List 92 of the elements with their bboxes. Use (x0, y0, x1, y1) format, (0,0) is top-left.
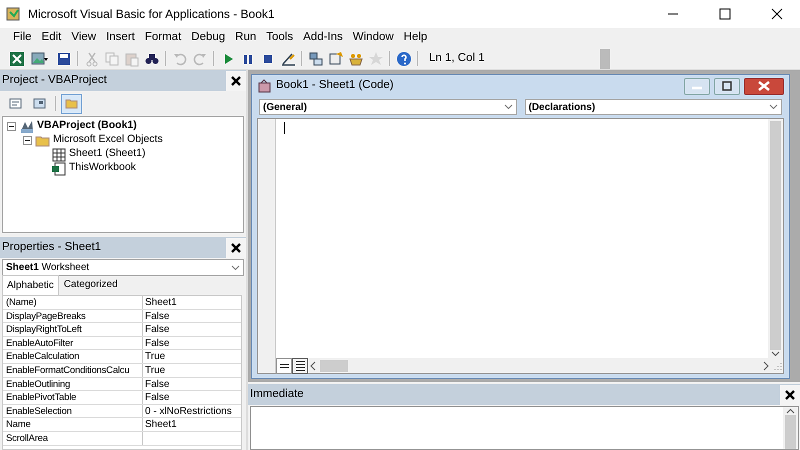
property-name[interactable]: DisplayPageBreaks (6, 310, 86, 322)
scroll-thumb[interactable] (770, 121, 781, 350)
tab[interactable]: Alphabetic (2, 275, 59, 295)
horizontal-scrollbar[interactable] (308, 358, 783, 373)
tree-item[interactable]: Sheet1 (Sheet1) (69, 146, 146, 162)
close-icon (230, 74, 242, 86)
close-icon (756, 81, 772, 91)
property-value[interactable]: False (145, 324, 170, 336)
immediate-input[interactable] (250, 406, 799, 450)
close-button[interactable] (226, 238, 246, 258)
property-name[interactable]: EnableOutlining (6, 378, 70, 390)
project-explorer-icon[interactable] (308, 50, 324, 66)
close-icon (230, 242, 242, 254)
scroll-thumb[interactable] (320, 360, 348, 372)
tree-item[interactable]: ThisWorkbook (69, 160, 136, 176)
workbook-icon (51, 160, 66, 176)
property-value[interactable]: Sheet1 (145, 297, 177, 308)
property-value[interactable]: Sheet1 (145, 419, 177, 430)
chevron-down-icon (231, 264, 240, 270)
menu-item[interactable]: Run (230, 29, 262, 47)
property-name[interactable]: EnablePivotTable (6, 392, 76, 404)
chevron-down-icon (771, 350, 780, 358)
menu-item[interactable]: Help (398, 29, 432, 47)
property-value[interactable]: False (145, 310, 170, 322)
procedure-view-icon (280, 364, 288, 368)
view-object-icon[interactable] (32, 96, 47, 111)
menu-item[interactable]: Debug (186, 29, 230, 47)
design-mode-icon[interactable] (280, 50, 296, 66)
menu-item[interactable]: File (8, 29, 37, 47)
property-name[interactable]: EnableCalculation (6, 351, 80, 362)
property-value[interactable]: False (145, 338, 170, 349)
app-icon (6, 6, 22, 22)
help-icon[interactable] (396, 50, 412, 66)
save-icon[interactable] (56, 50, 72, 66)
menu-item[interactable]: Tools (261, 29, 298, 47)
tree-item[interactable]: VBAProject (Book1) (37, 118, 137, 134)
close-button[interactable] (226, 70, 246, 90)
menu-item[interactable]: Window (348, 29, 399, 47)
worksheet-icon (51, 146, 66, 162)
properties-icon[interactable] (328, 50, 344, 66)
chevron-up-icon (786, 407, 795, 415)
menu-item[interactable]: Format (140, 29, 186, 47)
chevron-down-icon (769, 104, 778, 110)
property-name[interactable]: DisplayRightToLeft (6, 324, 82, 336)
property-value[interactable]: 0 - xlNoRestrictions (145, 406, 232, 417)
property-value[interactable]: False (145, 392, 170, 404)
object-dropdown[interactable]: Sheet1 Worksheet (2, 259, 244, 276)
property-name[interactable]: EnableSelection (6, 406, 72, 417)
vertical-scrollbar[interactable] (768, 119, 783, 358)
close-icon (784, 388, 796, 400)
property-value[interactable]: True (145, 351, 166, 362)
chevron-left-icon (308, 360, 318, 370)
property-name[interactable]: (Name) (6, 297, 36, 308)
project-icon (19, 118, 34, 134)
property-value[interactable]: True (145, 364, 166, 376)
property-value[interactable]: False (145, 378, 170, 390)
scroll-thumb[interactable] (785, 415, 796, 449)
excel-icon[interactable] (8, 50, 24, 66)
menu-item[interactable]: Add-Ins (298, 29, 348, 47)
window-title: Book1 - Sheet1 (Code) (276, 78, 395, 94)
module-icon (257, 78, 272, 94)
property-name[interactable]: EnableAutoFilter (6, 338, 74, 349)
cursor-position: Ln 1, Col 1 (429, 50, 486, 66)
menu-item[interactable]: Insert (101, 29, 140, 47)
collapse-icon[interactable] (23, 136, 32, 144)
toolbar-grip[interactable] (600, 48, 610, 68)
property-name[interactable]: Name (6, 419, 31, 430)
form-icon[interactable] (31, 50, 49, 66)
collapse-icon[interactable] (7, 122, 16, 130)
tree-item[interactable]: Microsoft Excel Objects (53, 132, 163, 148)
full-module-view-icon (296, 360, 304, 370)
menu-item[interactable]: View (66, 29, 102, 47)
procedure-dropdown[interactable]: (Declarations) (524, 99, 782, 115)
panel-title: Immediate (250, 386, 304, 402)
property-name[interactable]: ScrollArea (6, 432, 48, 444)
chevron-right-icon (761, 360, 771, 370)
menu-item[interactable]: Edit (36, 29, 66, 47)
panel-title: Project - VBAProject (2, 72, 107, 88)
close-button[interactable] (744, 78, 784, 94)
text-cursor (284, 122, 285, 134)
property-name[interactable]: EnableFormatConditionsCalcu (6, 364, 130, 376)
restore-button[interactable] (714, 78, 740, 94)
vertical-scrollbar[interactable] (783, 407, 798, 449)
view-button[interactable] (292, 358, 308, 374)
chevron-down-icon (504, 104, 512, 110)
close-button[interactable] (780, 384, 800, 404)
view-code-icon[interactable] (8, 96, 23, 111)
panel-title: Properties - Sheet1 (2, 240, 102, 255)
view-button[interactable] (276, 358, 292, 374)
object-dropdown[interactable]: (General) (259, 99, 516, 115)
tab[interactable]: Categorized (58, 274, 123, 295)
window-title: Microsoft Visual Basic for Applications - Book1 (28, 6, 276, 23)
